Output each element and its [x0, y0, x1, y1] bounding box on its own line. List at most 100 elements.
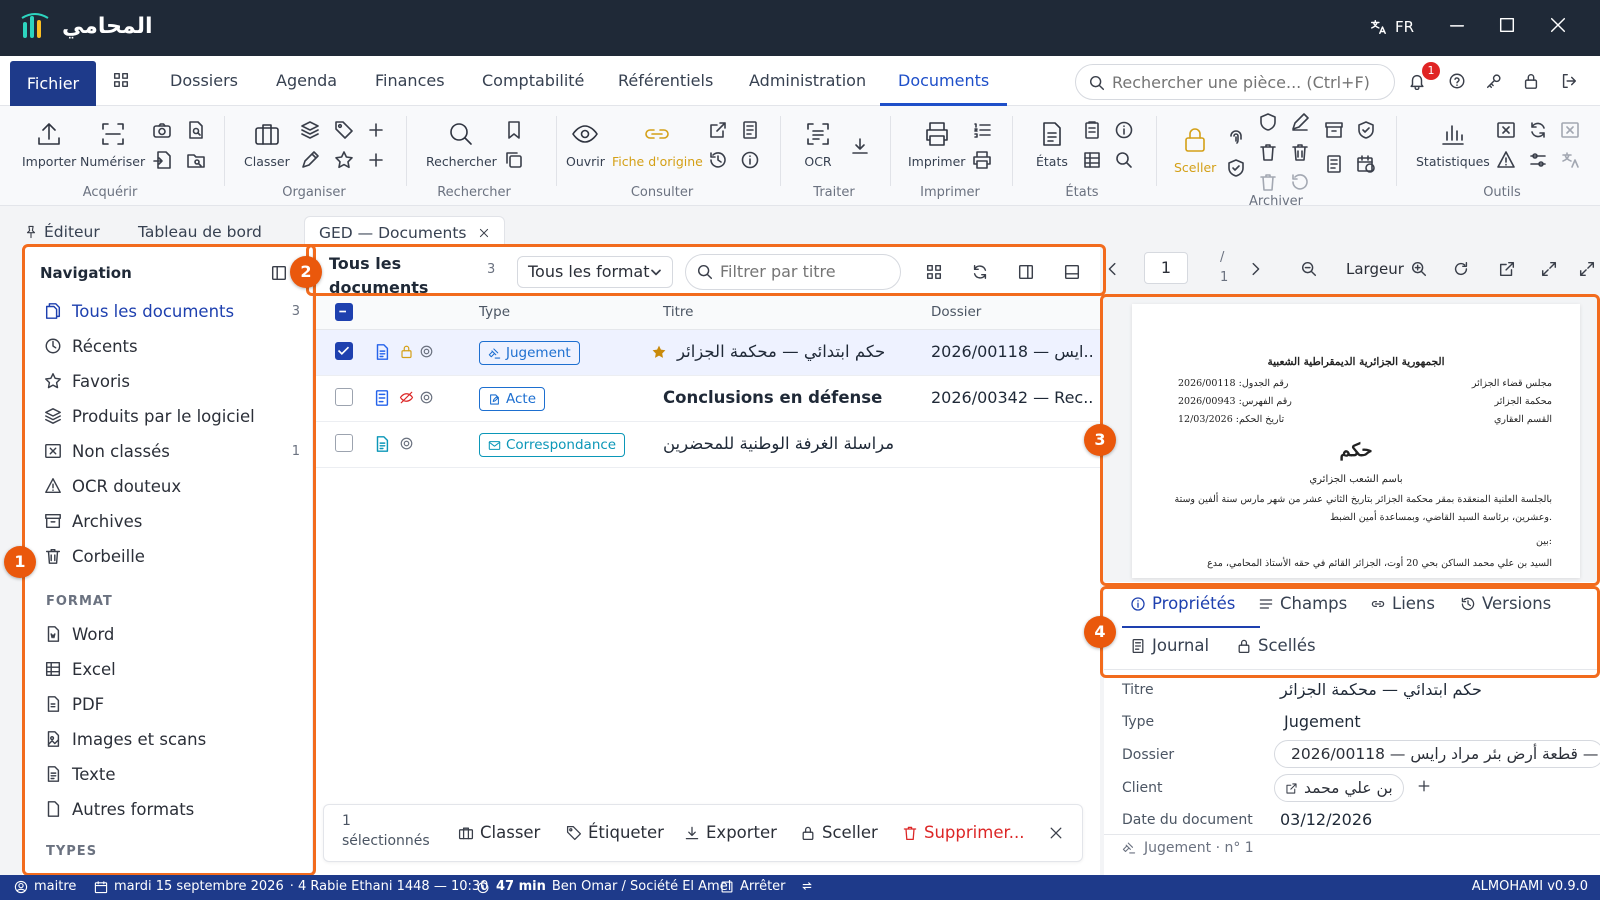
column-type[interactable]: Type: [479, 304, 510, 320]
origin-record-button[interactable]: Fiche d'origine: [612, 120, 703, 169]
menu-comptabilite[interactable]: Comptabilité: [482, 56, 584, 106]
tab-champs[interactable]: Champs: [1258, 594, 1347, 613]
print-small-icon[interactable]: [972, 150, 992, 170]
collapse-sidebar-icon[interactable]: [270, 264, 288, 282]
rotate-icon[interactable]: [1452, 260, 1470, 278]
download-icon[interactable]: [850, 136, 870, 156]
nav-item-produits-logiciel[interactable]: Produits par le logiciel: [44, 403, 314, 429]
file-import-icon[interactable]: [152, 150, 172, 170]
scan-button[interactable]: Numériser: [80, 120, 145, 169]
bulk-tag-button[interactable]: Étiqueter: [566, 823, 664, 842]
column-dossier[interactable]: Dossier: [931, 304, 981, 320]
archive-box-icon[interactable]: [1324, 120, 1344, 140]
file-search-icon[interactable]: [186, 120, 206, 140]
pencil-icon[interactable]: [300, 150, 320, 170]
next-page-icon[interactable]: [1246, 260, 1264, 278]
tab-ged-documents[interactable]: GED — Documents: [304, 216, 506, 248]
tab-editeur[interactable]: Éditeur: [24, 216, 100, 248]
bulk-seal-button[interactable]: Sceller: [800, 823, 878, 842]
logout-icon[interactable]: [1560, 72, 1578, 90]
table-icon[interactable]: [1082, 150, 1102, 170]
nav-item-favoris[interactable]: Favoris: [44, 368, 314, 394]
classify-button[interactable]: Classer: [244, 120, 290, 169]
select-all-checkbox[interactable]: [335, 303, 353, 321]
key-icon[interactable]: [1485, 72, 1503, 90]
zoom-out-icon[interactable]: [1300, 260, 1318, 278]
document-list-icon[interactable]: [740, 120, 760, 140]
camera-icon[interactable]: [152, 120, 172, 140]
external-link-icon[interactable]: [708, 120, 728, 140]
minimize-button[interactable]: [1448, 16, 1466, 34]
edit-icon[interactable]: [1290, 112, 1310, 132]
layers-icon[interactable]: [300, 120, 320, 140]
help-icon[interactable]: [1448, 72, 1466, 90]
value-titre[interactable]: حكم ابتدائي — محكمة الجزائر: [1280, 680, 1482, 699]
fullscreen-icon[interactable]: [1578, 260, 1596, 278]
apps-grid-icon[interactable]: [112, 71, 130, 91]
import-button[interactable]: Importer: [22, 120, 76, 169]
prev-page-icon[interactable]: [1104, 260, 1122, 278]
trash-alt-icon[interactable]: [1290, 142, 1310, 162]
shield-check-icon[interactable]: [1226, 158, 1246, 178]
folder-search-icon[interactable]: [186, 150, 206, 170]
grid-view-icon[interactable]: [925, 263, 943, 281]
format-select[interactable]: Tous les format: [517, 256, 673, 288]
fingerprint-icon[interactable]: [1226, 128, 1246, 148]
tab-liens[interactable]: Liens: [1370, 594, 1435, 613]
numbered-list-icon[interactable]: [972, 120, 992, 140]
nav-format-pdf[interactable]: PDF: [44, 691, 314, 717]
favorite-star-icon[interactable]: [651, 344, 667, 360]
global-search-input[interactable]: [1112, 71, 1382, 93]
nav-format-texte[interactable]: Texte: [44, 761, 314, 787]
delete-box-icon[interactable]: [1496, 120, 1516, 140]
plus-icon[interactable]: [366, 120, 386, 140]
lock-icon[interactable]: [1522, 72, 1540, 90]
nav-format-word[interactable]: Word: [44, 621, 314, 647]
row-checkbox[interactable]: [335, 388, 353, 406]
nav-item-ocr-douteux[interactable]: OCR douteux: [44, 473, 314, 499]
info-circle-icon[interactable]: [1114, 120, 1134, 140]
open-button[interactable]: Ouvrir: [566, 120, 605, 169]
tab-versions[interactable]: Versions: [1460, 594, 1551, 613]
language-switch[interactable]: FR: [1369, 18, 1414, 36]
menu-finances[interactable]: Finances: [375, 56, 445, 106]
print-button[interactable]: Imprimer: [908, 120, 965, 169]
add-icon[interactable]: [366, 150, 386, 170]
reload-icon[interactable]: [971, 263, 989, 281]
page-number-input[interactable]: 1: [1144, 252, 1188, 284]
menu-dossiers[interactable]: Dossiers: [170, 56, 238, 106]
nav-item-archives[interactable]: Archives: [44, 508, 314, 534]
bulk-delete-button[interactable]: Supprimer...: [902, 823, 1024, 842]
nav-item-all-documents[interactable]: Tous les documents 3: [44, 298, 314, 324]
warning-icon[interactable]: [1496, 150, 1516, 170]
maximize-button[interactable]: [1498, 16, 1516, 34]
value-type[interactable]: Jugement: [1284, 712, 1361, 731]
nav-item-recents[interactable]: Récents: [44, 333, 314, 359]
close-window-button[interactable]: [1549, 16, 1567, 34]
statistics-button[interactable]: Statistiques: [1416, 120, 1490, 169]
tab-scelles[interactable]: Scellés: [1236, 636, 1316, 655]
status-user[interactable]: maitre: [14, 879, 76, 894]
row-checkbox[interactable]: [335, 434, 353, 452]
menu-agenda[interactable]: Agenda: [276, 56, 337, 106]
menu-administration[interactable]: Administration: [749, 56, 866, 106]
ocr-button[interactable]: OCR: [804, 120, 832, 169]
title-filter-input[interactable]: [720, 262, 890, 281]
zoom-icon[interactable]: [1114, 150, 1134, 170]
star-icon[interactable]: [334, 150, 354, 170]
sync-icon[interactable]: [800, 879, 814, 893]
client-chip[interactable]: بن علي محمد: [1274, 774, 1404, 802]
info-icon[interactable]: [740, 150, 760, 170]
bulk-classify-button[interactable]: Classer: [458, 823, 540, 842]
stop-timer-button[interactable]: Arrêter: [720, 879, 786, 894]
zoom-in-icon[interactable]: [1410, 260, 1428, 278]
clear-selection-icon[interactable]: [1048, 825, 1064, 841]
tab-tableau-de-bord[interactable]: Tableau de bord: [138, 216, 262, 248]
copy-icon[interactable]: [504, 150, 524, 170]
clipboard-icon[interactable]: [1082, 120, 1102, 140]
zoom-mode-label[interactable]: Largeur: [1346, 260, 1404, 278]
search-button[interactable]: Rechercher: [426, 120, 497, 169]
refresh-icon[interactable]: [1528, 120, 1548, 140]
nav-format-images[interactable]: Images et scans: [44, 726, 314, 752]
global-search[interactable]: [1075, 64, 1395, 100]
